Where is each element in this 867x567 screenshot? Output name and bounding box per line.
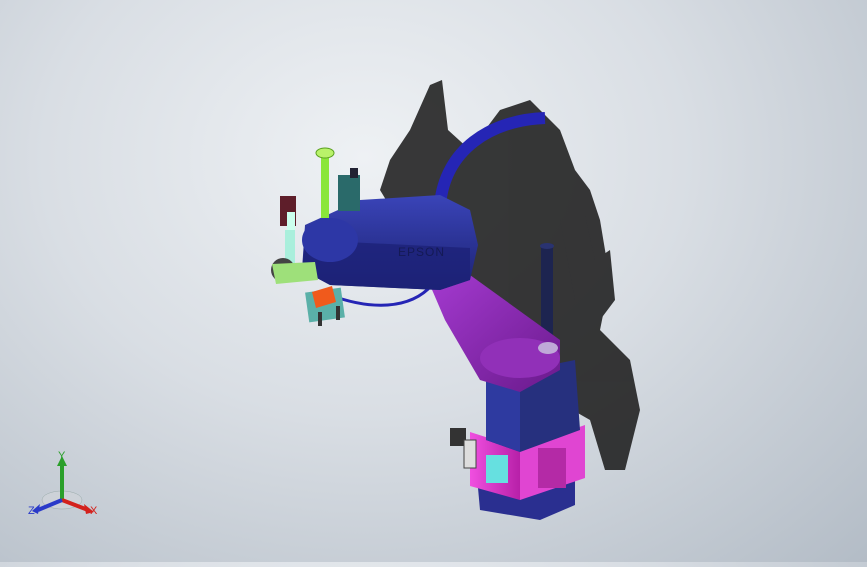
z-axis-shaft[interactable] (315, 147, 335, 218)
robot-model-scene[interactable]: EPSON (0, 0, 867, 562)
base-label-plate (486, 455, 508, 483)
y-axis-label: Y (58, 450, 66, 462)
base-window (538, 448, 566, 488)
arm-end-joint (302, 218, 358, 262)
3d-model-viewport[interactable]: EPSON Y X Z (0, 0, 867, 562)
sensor-bracket (338, 168, 360, 211)
brand-label: EPSON (398, 245, 445, 259)
camera-lens (287, 212, 295, 230)
x-axis-label: X (90, 505, 98, 517)
connector-plug (463, 439, 477, 469)
z-axis-label: Z (28, 505, 35, 517)
joint-cap (538, 342, 558, 354)
